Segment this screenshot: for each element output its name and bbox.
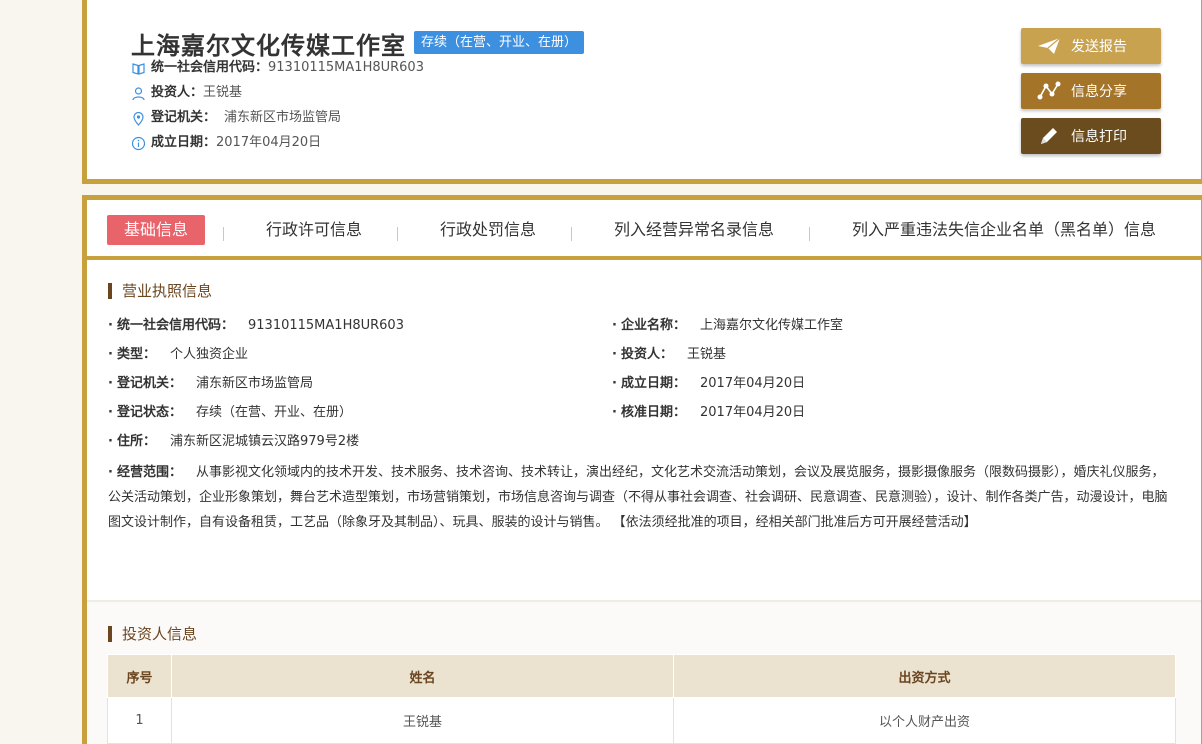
- field-address: · 住所： 浦东新区泥城镇云汉路979号2楼: [108, 434, 360, 449]
- field-authority: · 登记机关： 浦东新区市场监管局: [108, 376, 314, 391]
- field-business-scope-value: 从事影视文化领域内的技术开发、技术服务、技术咨询、技术转让，演出经纪，文化艺术交…: [108, 465, 1168, 530]
- location-pin-icon: [131, 111, 146, 126]
- field-authority-value: 浦东新区市场监管局: [196, 376, 314, 391]
- cell-index: 1: [107, 697, 172, 744]
- field-approved: · 核准日期： 2017年04月20日: [612, 405, 806, 420]
- tab-basic-info[interactable]: 基础信息: [107, 215, 206, 245]
- header-investor-value: 王锐基: [203, 85, 243, 100]
- cell-name: 王锐基: [171, 697, 674, 744]
- share-info-label: 信息分享: [1071, 84, 1127, 100]
- header-authority-label: 登记机关：: [151, 110, 217, 125]
- share-nodes-icon: [1036, 80, 1062, 102]
- page-background-strip: [0, 0, 82, 744]
- tab-divider: [809, 227, 810, 241]
- header-authority-value: 浦东新区市场监管局: [224, 110, 342, 125]
- tab-abnormal-list[interactable]: 列入经营异常名录信息: [614, 215, 774, 245]
- field-reg-status: · 登记状态： 存续（在营、开业、在册）: [108, 405, 353, 420]
- tab-divider: [223, 227, 224, 241]
- company-name-title: 上海嘉尔文化传媒工作室: [131, 32, 406, 60]
- business-license-section-title: 营业执照信息: [108, 283, 212, 299]
- share-info-button[interactable]: 信息分享: [1021, 73, 1161, 109]
- field-type-value: 个人独资企业: [170, 347, 249, 362]
- table-row: 1 王锐基 以个人财产出资: [107, 697, 1176, 744]
- column-header-index: 序号: [107, 654, 172, 698]
- tab-admin-license[interactable]: 行政许可信息: [266, 215, 362, 245]
- field-established-value: 2017年04月20日: [700, 376, 806, 391]
- field-type: · 类型： 个人独资企业: [108, 347, 249, 362]
- field-credit-code: · 统一社会信用代码： 91310115MA1H8UR603: [108, 318, 404, 333]
- main-content: 营业执照信息 · 统一社会信用代码： 91310115MA1H8UR603 · 企业名…: [82, 260, 1202, 744]
- cell-contribution: 以个人财产出资: [673, 697, 1176, 744]
- tab-blacklist[interactable]: 列入严重违法失信企业名单（黑名单）信息: [852, 215, 1156, 245]
- field-established: · 成立日期： 2017年04月20日: [612, 376, 806, 391]
- info-icon: [131, 136, 146, 151]
- header-credit-code-value: 91310115MA1H8UR603: [268, 60, 424, 75]
- user-icon: [131, 86, 146, 101]
- header-established-row: 成立日期： 2017年04月20日: [131, 134, 321, 152]
- header-established-value: 2017年04月20日: [216, 135, 322, 150]
- status-badge: 存续（在营、开业、在册）: [414, 31, 585, 54]
- paper-plane-icon: [1036, 35, 1062, 57]
- field-company-name: · 企业名称： 上海嘉尔文化传媒工作室: [612, 318, 844, 333]
- field-business-scope: · 经营范围： 从事影视文化领域内的技术开发、技术服务、技术咨询、技术转让，演出经纪…: [108, 465, 1168, 530]
- pencil-icon: [1036, 125, 1062, 147]
- field-address-value: 浦东新区泥城镇云汉路979号2楼: [170, 434, 360, 449]
- print-info-label: 信息打印: [1071, 129, 1127, 145]
- investor-section-title: 投资人信息: [108, 626, 197, 642]
- tab-divider: [571, 227, 572, 241]
- column-header-name: 姓名: [171, 654, 674, 698]
- tab-admin-penalty[interactable]: 行政处罚信息: [440, 215, 536, 245]
- header-investor-row: 投资人： 王锐基: [131, 84, 242, 102]
- header-credit-code-row: 统一社会信用代码： 91310115MA1H8UR603: [131, 59, 424, 77]
- send-report-button[interactable]: 发送报告: [1021, 28, 1161, 64]
- field-credit-code-value: 91310115MA1H8UR603: [248, 318, 404, 333]
- column-header-contribution: 出资方式: [673, 654, 1176, 698]
- field-company-name-value: 上海嘉尔文化传媒工作室: [700, 318, 844, 333]
- header-established-label: 成立日期：: [151, 135, 217, 150]
- field-investor: · 投资人： 王锐基: [612, 347, 727, 362]
- company-header-card: 上海嘉尔文化传媒工作室 存续（在营、开业、在册） 统一社会信用代码： 91310…: [82, 0, 1202, 184]
- send-report-label: 发送报告: [1071, 39, 1127, 55]
- table-header-row: 序号 姓名 出资方式: [107, 654, 1176, 698]
- tab-divider: [397, 227, 398, 241]
- header-credit-code-label: 统一社会信用代码：: [151, 60, 269, 75]
- field-approved-value: 2017年04月20日: [700, 405, 806, 420]
- field-reg-status-value: 存续（在营、开业、在册）: [196, 405, 353, 420]
- header-authority-row: 登记机关： 浦东新区市场监管局: [131, 109, 341, 127]
- investor-table: 序号 姓名 出资方式 1 王锐基 以个人财产出资: [107, 654, 1176, 744]
- book-icon: [131, 61, 146, 76]
- field-investor-value: 王锐基: [687, 347, 727, 362]
- header-investor-label: 投资人：: [151, 85, 204, 100]
- print-info-button[interactable]: 信息打印: [1021, 118, 1161, 154]
- info-tabs-bar: 基础信息 行政许可信息 行政处罚信息 列入经营异常名录信息 列入严重违法失信企业…: [82, 195, 1202, 260]
